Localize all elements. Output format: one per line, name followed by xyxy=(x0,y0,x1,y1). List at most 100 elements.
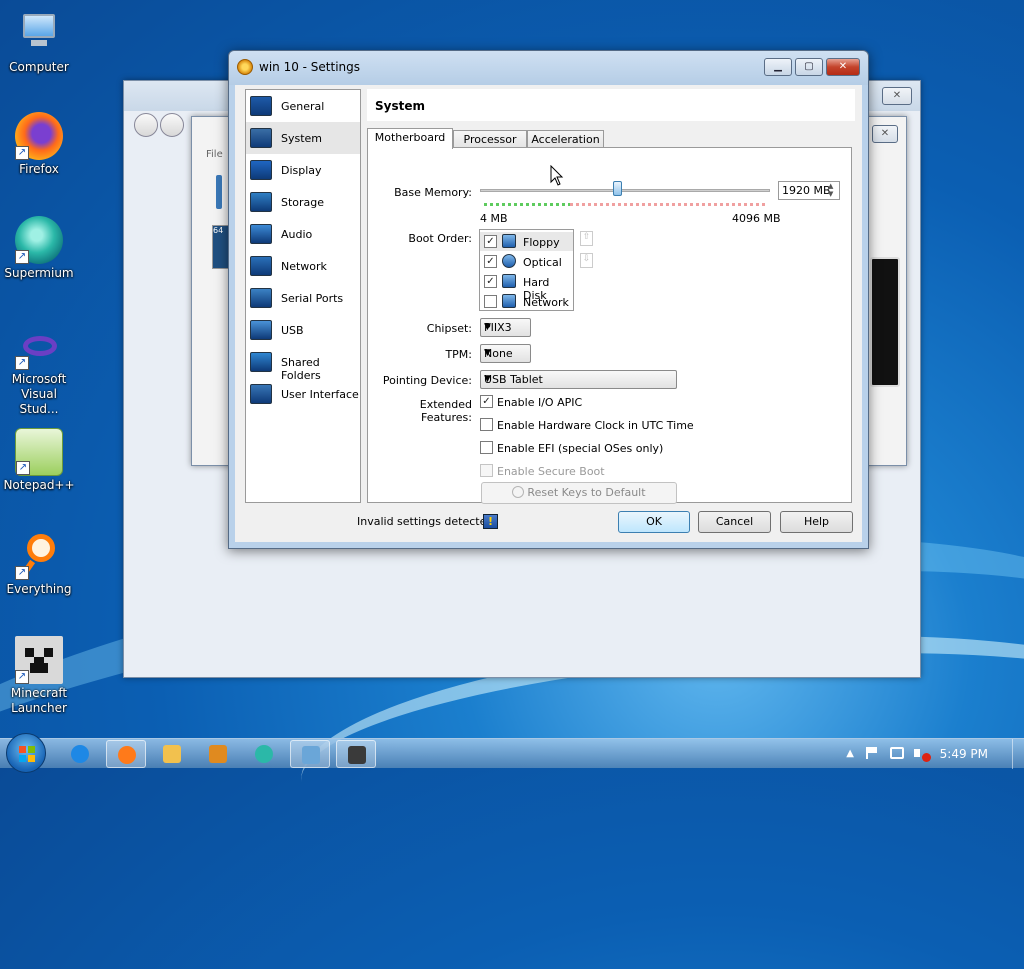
boot-item-checkbox[interactable] xyxy=(484,295,497,308)
taskbar-ie-button[interactable] xyxy=(60,740,100,768)
desktop-icon-firefox[interactable]: ↗ Firefox xyxy=(0,112,78,177)
taskbar-explorer-button[interactable] xyxy=(152,740,192,768)
dialog-titlebar[interactable]: win 10 - Settings ▁ ▢ ✕ xyxy=(229,51,868,85)
bg-inner-close-button[interactable]: ✕ xyxy=(872,125,898,143)
chipset-select[interactable]: PIIX3 ▼ xyxy=(480,318,531,337)
ok-button[interactable]: OK xyxy=(618,511,690,533)
clock[interactable]: 5:49 PM xyxy=(940,747,988,761)
chevron-down-icon: ▼ xyxy=(484,374,491,384)
desktop-icon-notepad-plus-plus[interactable]: ↗ Notepad++ xyxy=(0,428,78,493)
desktop-icon-label: Computer xyxy=(9,60,69,74)
sidebar-item-system[interactable]: System xyxy=(246,122,360,154)
boot-item-floppy[interactable]: ✓ Floppy xyxy=(480,232,573,251)
network-boot-icon xyxy=(502,294,516,308)
sidebar-item-general[interactable]: General xyxy=(246,90,360,122)
sidebar-item-label: User Interface xyxy=(281,388,359,401)
volume-muted-icon[interactable] xyxy=(914,747,931,762)
invalid-settings-text: Invalid settings detected xyxy=(357,515,494,528)
show-desktop-button[interactable] xyxy=(1012,739,1024,769)
reset-keys-button[interactable]: Reset Keys to Default xyxy=(481,482,677,504)
tab-processor[interactable]: Processor xyxy=(453,130,527,148)
help-button[interactable]: Help xyxy=(780,511,853,533)
memory-slider-thumb[interactable] xyxy=(612,181,622,196)
media-player-icon xyxy=(209,745,227,763)
tab-acceleration[interactable]: Acceleration xyxy=(527,130,604,148)
bg-close-button[interactable]: ✕ xyxy=(882,87,912,105)
desktop-icon-label: Microsoft Visual Stud... xyxy=(11,372,67,416)
sidebar-item-display[interactable]: Display xyxy=(246,154,360,186)
sidebar-item-audio[interactable]: Audio xyxy=(246,218,360,250)
disk-icon xyxy=(250,192,272,212)
motherboard-panel: Base Memory: 4 MB 4096 MB 1920 MB ▲ ▼ Boo… xyxy=(367,147,852,504)
desktop-icon-label: Everything xyxy=(6,582,72,596)
bg-menu-file[interactable]: File xyxy=(206,149,223,160)
action-center-flag-icon[interactable] xyxy=(866,747,878,759)
sidebar-item-storage[interactable]: Storage xyxy=(246,186,360,218)
firefox-icon xyxy=(118,746,136,764)
hard-disk-icon xyxy=(502,274,516,288)
move-down-icon[interactable]: ⇩ xyxy=(580,253,593,268)
spin-arrows-icon[interactable]: ▲ ▼ xyxy=(828,182,838,198)
boot-item-checkbox[interactable]: ✓ xyxy=(484,255,497,268)
boot-item-checkbox[interactable]: ✓ xyxy=(484,275,497,288)
notepad-plus-plus-icon: ↗ xyxy=(15,428,63,476)
taskbar-virtualbox-button[interactable] xyxy=(336,740,376,768)
start-button[interactable] xyxy=(6,733,46,773)
tpm-select[interactable]: None ▼ xyxy=(480,344,531,363)
sidebar-item-serial-ports[interactable]: Serial Ports xyxy=(246,282,360,314)
desktop-icon-computer[interactable]: Computer xyxy=(0,10,78,75)
feature-checkbox[interactable]: ✓ xyxy=(480,395,493,408)
boot-item-network[interactable]: Network xyxy=(480,292,573,311)
shortcut-arrow-icon: ↗ xyxy=(15,146,29,160)
desktop-icon-everything[interactable]: ↗ Everything xyxy=(0,532,78,597)
feature-checkbox[interactable] xyxy=(480,418,493,431)
memory-spinbox[interactable]: 1920 MB ▲ ▼ xyxy=(778,181,840,200)
desktop-icon-supermium[interactable]: ↗ Supermium xyxy=(0,216,78,281)
taskbar-supermium-button[interactable] xyxy=(244,740,284,768)
monitor-icon xyxy=(250,96,272,116)
show-hidden-icons[interactable]: ▲ xyxy=(846,748,854,759)
network-tray-icon[interactable] xyxy=(890,747,904,759)
sidebar-item-network[interactable]: Network xyxy=(246,250,360,282)
shortcut-arrow-icon: ↗ xyxy=(15,356,29,370)
move-up-icon[interactable]: ⇧ xyxy=(580,231,593,246)
network-icon xyxy=(250,256,272,276)
maximize-button[interactable]: ▢ xyxy=(795,58,823,76)
memory-slider-track[interactable] xyxy=(480,189,770,192)
desktop-icon-minecraft[interactable]: ↗ Minecraft Launcher xyxy=(0,636,78,716)
taskbar-firefox-button[interactable] xyxy=(106,740,146,768)
serial-port-icon xyxy=(250,288,272,308)
boot-item-checkbox[interactable]: ✓ xyxy=(484,235,497,248)
feature-checkbox[interactable] xyxy=(480,441,493,454)
minimize-button[interactable]: ▁ xyxy=(764,58,792,76)
taskbar: ▲ 5:49 PM xyxy=(0,733,1024,773)
memory-value: 1920 MB xyxy=(782,184,831,197)
boot-order-label: Boot Order: xyxy=(408,232,472,245)
boot-order-list[interactable]: ✓ Floppy ✓ Optical ✓ Hard Disk Network xyxy=(479,229,574,311)
boot-item-hard-disk[interactable]: ✓ Hard Disk xyxy=(480,272,573,302)
dialog-client: General System Display Storage Audio Network S… xyxy=(235,85,862,542)
minecraft-launcher-icon: ↗ xyxy=(15,636,63,684)
taskbar-control-panel-button[interactable] xyxy=(290,740,330,768)
mouse-cursor-icon xyxy=(550,165,564,186)
tab-motherboard[interactable]: Motherboard xyxy=(367,128,453,149)
feature-checkbox[interactable] xyxy=(480,464,493,477)
sidebar-item-label: Serial Ports xyxy=(281,292,344,305)
sidebar-item-user-interface[interactable]: User Interface xyxy=(246,378,360,410)
warning-icon[interactable]: ! xyxy=(483,514,498,529)
boot-item-optical[interactable]: ✓ Optical xyxy=(480,252,573,271)
tpm-label: TPM: xyxy=(445,348,472,361)
boot-item-label: Network xyxy=(523,296,569,309)
cancel-button[interactable]: Cancel xyxy=(698,511,771,533)
sidebar-item-usb[interactable]: USB xyxy=(246,314,360,346)
shortcut-arrow-icon: ↗ xyxy=(15,250,29,264)
sidebar-item-label: Display xyxy=(281,164,322,177)
desktop-icon-visual-studio[interactable]: ↗ Microsoft Visual Stud... xyxy=(0,322,78,417)
chipset-label: Chipset: xyxy=(426,322,472,335)
chevron-down-icon: ▼ xyxy=(484,348,491,358)
optical-disc-icon xyxy=(502,254,516,268)
close-button[interactable]: ✕ xyxy=(826,58,860,76)
sidebar-item-shared-folders[interactable]: Shared Folders xyxy=(246,346,360,382)
taskbar-media-player-button[interactable] xyxy=(198,740,238,768)
pointing-device-select[interactable]: USB Tablet ▼ xyxy=(480,370,677,389)
